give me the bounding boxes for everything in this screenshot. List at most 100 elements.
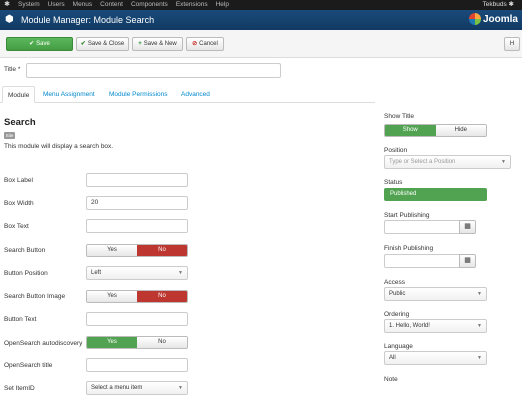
button-position-select[interactable]: Left ▼: [86, 266, 188, 280]
help-button[interactable]: H: [504, 37, 520, 51]
save-label: Save: [36, 41, 50, 47]
button-position-value: Left: [91, 270, 102, 276]
show-title-hide[interactable]: Hide: [435, 125, 486, 136]
joomla-brand: Joomla: [468, 13, 518, 25]
tab-advanced[interactable]: Advanced: [176, 86, 215, 103]
chevron-down-icon: ▼: [477, 355, 482, 361]
box-label-label: Box Label: [4, 177, 33, 184]
access-select[interactable]: Public ▼: [384, 287, 487, 301]
menu-users[interactable]: Users: [48, 0, 65, 10]
box-label-input[interactable]: [86, 173, 188, 187]
admin-menu-bar: ✱ System Users Menus Content Components …: [0, 0, 522, 10]
opensearch-autodiscovery-toggle: Yes No: [86, 336, 188, 349]
module-heading: Search: [4, 117, 36, 128]
cancel-icon: ⊘: [192, 41, 198, 47]
save-new-button[interactable]: + Save & New: [132, 37, 183, 51]
box-text-input[interactable]: [86, 219, 188, 233]
access-label: Access: [384, 279, 405, 286]
chevron-down-icon: ▼: [477, 291, 482, 297]
tab-menu-assignment[interactable]: Menu Assignment: [38, 86, 100, 103]
save-new-label: Save & New: [143, 41, 177, 47]
box-text-label: Box Text: [4, 223, 29, 230]
tab-module[interactable]: Module: [2, 86, 36, 103]
admin-menu: System Users Menus Content Components Ex…: [18, 0, 229, 10]
chevron-down-icon: ▼: [477, 323, 482, 329]
set-itemid-label: Set ItemID: [4, 385, 35, 392]
search-button-no[interactable]: No: [137, 245, 187, 256]
note-label: Note: [384, 376, 398, 383]
search-button-image-no[interactable]: No: [137, 291, 187, 302]
calendar-icon[interactable]: ▦: [459, 254, 476, 268]
button-text-input[interactable]: [86, 312, 188, 326]
title-label: Title *: [4, 66, 21, 73]
plus-icon: +: [138, 41, 142, 47]
menu-help[interactable]: Help: [216, 0, 229, 10]
ordering-value: 1. Hello, World!: [389, 323, 430, 329]
status-label: Status: [384, 179, 403, 186]
status-select[interactable]: Published: [384, 188, 487, 201]
page-title: Module Manager: Module Search: [21, 15, 155, 25]
position-label: Position: [384, 147, 408, 154]
menu-menus[interactable]: Menus: [73, 0, 93, 10]
opensearch-autodiscovery-yes[interactable]: Yes: [87, 337, 137, 348]
tab-bar: Module Menu Assignment Module Permission…: [0, 86, 375, 103]
button-text-label: Button Text: [4, 316, 37, 323]
save-icon: ✔: [29, 41, 35, 47]
cancel-label: Cancel: [199, 41, 218, 47]
start-publishing-label: Start Publishing: [384, 212, 430, 219]
menu-components[interactable]: Components: [131, 0, 168, 10]
menu-extensions[interactable]: Extensions: [176, 0, 208, 10]
save-close-button[interactable]: ✔ Save & Close: [76, 37, 129, 51]
user-icon: ✱: [508, 1, 514, 8]
chevron-down-icon: ▼: [501, 159, 506, 165]
site-badge: Site: [4, 132, 15, 139]
module-cube-icon: ⬢: [5, 14, 14, 25]
ordering-select[interactable]: 1. Hello, World! ▼: [384, 319, 487, 333]
set-itemid-select[interactable]: Select a menu item ▼: [86, 381, 188, 395]
search-button-image-label: Search Button Image: [4, 293, 66, 300]
cancel-button[interactable]: ⊘ Cancel: [186, 37, 224, 51]
search-button-label: Search Button: [4, 247, 46, 254]
search-button-toggle: Yes No: [86, 244, 188, 257]
opensearch-title-input[interactable]: [86, 358, 188, 372]
title-input[interactable]: [26, 63, 281, 78]
button-position-label: Button Position: [4, 270, 48, 277]
position-placeholder: Type or Select a Position: [389, 159, 456, 165]
language-label: Language: [384, 343, 413, 350]
box-width-input[interactable]: 20: [86, 196, 188, 210]
set-itemid-value: Select a menu item: [91, 385, 143, 391]
joomla-logo-icon: [468, 13, 481, 25]
help-label: H: [509, 41, 515, 47]
start-publishing-input[interactable]: [384, 220, 460, 234]
search-button-image-yes[interactable]: Yes: [87, 291, 137, 302]
ordering-label: Ordering: [384, 311, 410, 318]
show-title-toggle: Show Hide: [384, 124, 487, 137]
tab-module-permissions[interactable]: Module Permissions: [104, 86, 173, 103]
calendar-icon[interactable]: ▦: [459, 220, 476, 234]
opensearch-autodiscovery-label: OpenSearch autodiscovery: [4, 340, 83, 347]
show-title-show[interactable]: Show: [385, 125, 436, 136]
finish-publishing-label: Finish Publishing: [384, 245, 434, 252]
language-select[interactable]: All ▼: [384, 351, 487, 365]
joomla-menu-icon[interactable]: ✱: [3, 1, 11, 9]
language-value: All: [389, 355, 396, 361]
user-name: Tekbuds: [482, 1, 507, 8]
save-button[interactable]: ✔ Save: [6, 37, 73, 51]
menu-content[interactable]: Content: [100, 0, 123, 10]
box-width-label: Box Width: [4, 200, 34, 207]
chevron-down-icon: ▼: [178, 270, 183, 276]
module-description: This module will display a search box.: [4, 143, 114, 150]
menu-system[interactable]: System: [18, 0, 40, 10]
position-select[interactable]: Type or Select a Position ▼: [384, 155, 511, 169]
opensearch-title-label: OpenSearch title: [4, 362, 53, 369]
search-button-yes[interactable]: Yes: [87, 245, 137, 256]
user-menu[interactable]: Tekbuds ✱: [483, 0, 514, 10]
finish-publishing-input[interactable]: [384, 254, 460, 268]
search-button-image-toggle: Yes No: [86, 290, 188, 303]
opensearch-autodiscovery-no[interactable]: No: [137, 337, 187, 348]
access-value: Public: [389, 291, 406, 297]
brand-text: Joomla: [482, 13, 518, 25]
save-close-label: Save & Close: [87, 41, 125, 47]
page-header: ⬢ Module Manager: Module Search Joomla: [0, 10, 522, 30]
show-title-label: Show Title: [384, 113, 414, 120]
